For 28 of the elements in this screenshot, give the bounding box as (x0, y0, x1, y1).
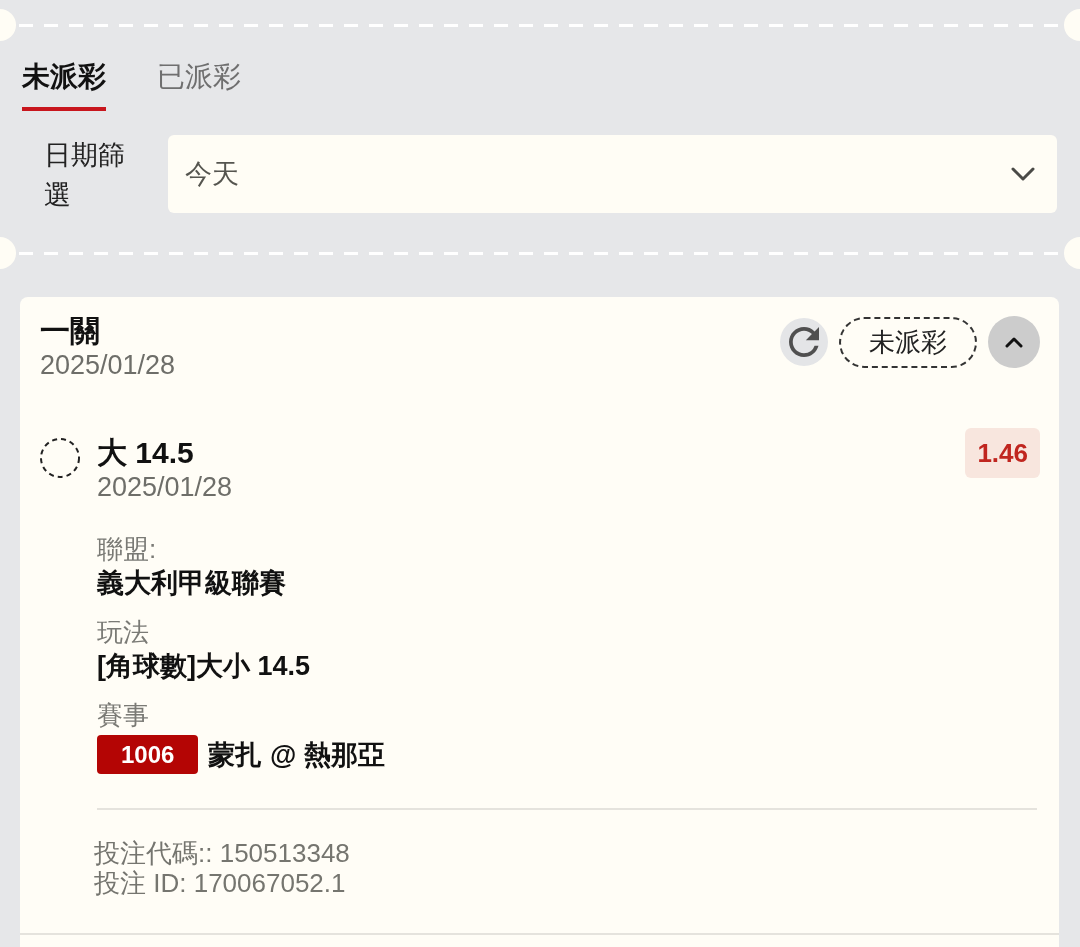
dashed-circle-icon (40, 438, 80, 478)
selection-date: 2025/01/28 (97, 471, 234, 503)
selection-name: 大 14.5 (97, 435, 195, 471)
detail-label: 賽事 (97, 699, 150, 732)
ticket-notch (0, 237, 16, 269)
filter-label: 日期篩選 (44, 139, 126, 212)
status-badge: 未派彩 (839, 316, 977, 368)
ticket-notch (1064, 237, 1080, 269)
refresh-button[interactable] (780, 318, 828, 366)
detail-value: 義大利甲級聯賽 (97, 567, 287, 600)
chevron-down-icon (1011, 167, 1035, 181)
match-teams: 蒙扎 @ 熱那亞 (208, 738, 385, 772)
match-number-badge: 1006 (97, 735, 199, 774)
bet-date: 2025/01/28 (40, 349, 177, 381)
detail-label: 玩法 (97, 616, 150, 649)
bet-type-title: 一關 (40, 313, 101, 349)
collapse-button[interactable] (988, 316, 1040, 368)
detail-value: [角球數]大小 14.5 (97, 650, 312, 683)
date-select[interactable]: 今天 (168, 135, 1057, 213)
bet-id: 投注 ID: 170067052.1 (94, 868, 347, 898)
bet-code: 投注代碼:: 150513348 (94, 838, 351, 868)
detail-label: 聯盟: (97, 533, 158, 566)
ticket-notch (0, 9, 16, 41)
tab[interactable]: 未派彩 (22, 57, 106, 111)
refresh-icon (789, 327, 819, 357)
odds-badge: 1.46 (965, 428, 1040, 478)
tab[interactable]: 已派彩 (157, 57, 241, 111)
ticket-notch (1064, 9, 1080, 41)
